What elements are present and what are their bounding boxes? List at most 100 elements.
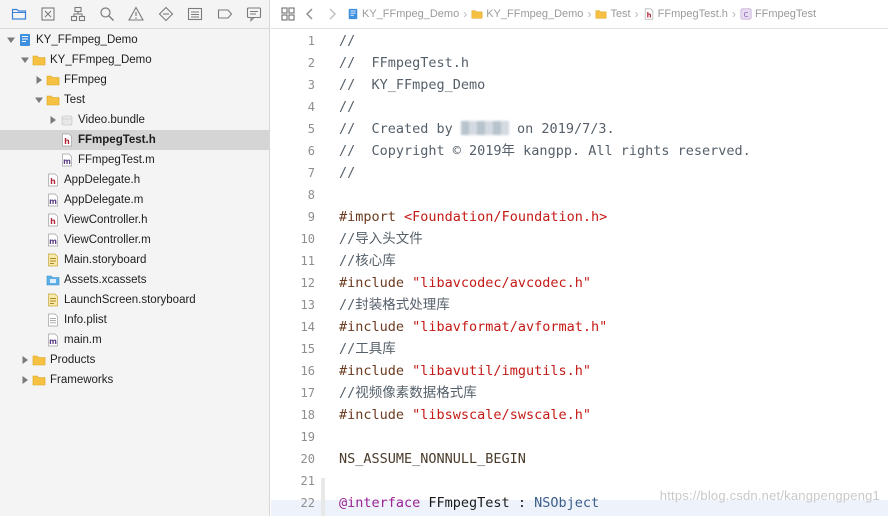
- tree-item[interactable]: h FFmpegTest.h: [0, 130, 269, 150]
- svg-text:h: h: [64, 137, 70, 146]
- disclosure-closed-icon[interactable]: [20, 375, 30, 385]
- breadcrumb-item[interactable]: Test: [595, 8, 631, 20]
- code-token: "libavcodec/avcodec.h": [412, 275, 591, 291]
- message-navigator-button[interactable]: [240, 0, 269, 28]
- hierarchy-navigator-button[interactable]: [63, 0, 92, 28]
- breadcrumb-item[interactable]: h FFmpegTest.h: [643, 8, 728, 20]
- code-area[interactable]: // // FFmpegTest.h // KY_FFmpeg_Demo // // C…: [339, 30, 888, 516]
- tree-item[interactable]: m ViewController.m: [0, 230, 269, 250]
- source-editor[interactable]: KY_FFmpeg_Demo › KY_FFmpeg_Demo › Test › h FFmp…: [271, 0, 888, 516]
- line-number: 19: [300, 430, 315, 444]
- chevron-right-icon: [329, 8, 336, 20]
- folder-icon: [471, 8, 486, 20]
- tree-item[interactable]: LaunchScreen.storyboard: [0, 290, 269, 310]
- svg-text:m: m: [49, 197, 57, 206]
- forward-button[interactable]: [321, 4, 343, 24]
- tree-item[interactable]: Video.bundle: [0, 110, 269, 130]
- tree-item[interactable]: Test: [0, 90, 269, 110]
- tree-item[interactable]: m main.m: [0, 330, 269, 350]
- code-line[interactable]: #include "libswscale/swscale.h": [339, 404, 888, 426]
- tree-item[interactable]: Info.plist: [0, 310, 269, 330]
- disclosure-open-icon[interactable]: [20, 55, 30, 65]
- code-line[interactable]: // Copyright © 2019年 kangpp. All rights …: [339, 140, 888, 162]
- disclosure-open-icon[interactable]: [34, 95, 44, 105]
- chevron-left-icon: [306, 8, 313, 20]
- code-token: //封装格式处理库: [339, 297, 450, 313]
- code-line[interactable]: // KY_FFmpeg_Demo: [339, 74, 888, 96]
- list-navigator-button[interactable]: [181, 0, 210, 28]
- code-line[interactable]: #include "libavutil/imgutils.h": [339, 360, 888, 382]
- header-file-icon: h: [46, 173, 60, 187]
- code-line[interactable]: // Created by on 2019/7/3.: [339, 118, 888, 140]
- line-number: 22: [300, 496, 315, 510]
- tree-item[interactable]: h AppDelegate.h: [0, 170, 269, 190]
- breadcrumb-item[interactable]: KY_FFmpeg_Demo: [471, 8, 583, 20]
- code-line[interactable]: //: [339, 96, 888, 118]
- tree-item[interactable]: h ViewController.h: [0, 210, 269, 230]
- line-number: 18: [300, 408, 315, 422]
- svg-text:h: h: [50, 177, 56, 186]
- folder-icon: [46, 73, 60, 87]
- svg-text:m: m: [49, 237, 57, 246]
- message-icon: [247, 7, 262, 22]
- header-file-icon: h: [46, 213, 60, 227]
- tree-item[interactable]: KY_FFmpeg_Demo: [0, 30, 269, 50]
- x-square-navigator-button[interactable]: [33, 0, 62, 28]
- code-token: // FFmpegTest.h: [339, 55, 470, 71]
- code-line[interactable]: //: [339, 162, 888, 184]
- project-icon: [18, 33, 32, 47]
- tree-item[interactable]: Assets.xcassets: [0, 270, 269, 290]
- tree-item-label: Products: [50, 354, 96, 366]
- diamond-navigator-button[interactable]: [151, 0, 180, 28]
- code-line[interactable]: //导入头文件: [339, 228, 888, 250]
- line-number: 3: [307, 78, 315, 92]
- disclosure-closed-icon[interactable]: [48, 115, 58, 125]
- line-number: 21: [300, 474, 315, 488]
- tree-item-label: main.m: [64, 334, 102, 346]
- svg-text:h: h: [646, 11, 651, 19]
- code-line[interactable]: //核心库: [339, 250, 888, 272]
- tag-navigator-button[interactable]: [210, 0, 239, 28]
- code-line[interactable]: [339, 184, 888, 206]
- back-button[interactable]: [299, 4, 321, 24]
- code-token: //核心库: [339, 253, 396, 269]
- related-items-button[interactable]: [277, 4, 299, 24]
- tree-item[interactable]: Products: [0, 350, 269, 370]
- folder-icon: [595, 8, 610, 20]
- code-line[interactable]: //工具库: [339, 338, 888, 360]
- breadcrumb-separator: ›: [634, 7, 639, 21]
- code-line[interactable]: #include "libavformat/avformat.h": [339, 316, 888, 338]
- disclosure-closed-icon[interactable]: [20, 355, 30, 365]
- line-number: 12: [300, 276, 315, 290]
- code-line[interactable]: #import <Foundation/Foundation.h>: [339, 206, 888, 228]
- code-line[interactable]: [339, 426, 888, 448]
- disclosure-closed-icon[interactable]: [34, 75, 44, 85]
- code-line[interactable]: NS_ASSUME_NONNULL_BEGIN: [339, 448, 888, 470]
- folder-navigator-button[interactable]: [4, 0, 33, 28]
- search-navigator-button[interactable]: [92, 0, 121, 28]
- code-line[interactable]: // FFmpegTest.h: [339, 52, 888, 74]
- breadcrumb-label: FFmpegTest.h: [657, 8, 728, 20]
- code-line[interactable]: //: [339, 30, 888, 52]
- tree-item[interactable]: KY_FFmpeg_Demo: [0, 50, 269, 70]
- warning-icon: [128, 6, 145, 21]
- tree-item[interactable]: m AppDelegate.m: [0, 190, 269, 210]
- code-line[interactable]: //视频像素数据格式库: [339, 382, 888, 404]
- breadcrumb-separator: ›: [463, 7, 468, 21]
- code-token: //: [339, 99, 356, 115]
- project-icon: [347, 8, 362, 20]
- breadcrumb-item[interactable]: C FFmpegTest: [740, 8, 816, 20]
- tree-item[interactable]: Main.storyboard: [0, 250, 269, 270]
- code-token: "libavformat/avformat.h": [412, 319, 608, 335]
- tree-item[interactable]: Frameworks: [0, 370, 269, 390]
- tree-item[interactable]: FFmpeg: [0, 70, 269, 90]
- warning-navigator-button[interactable]: [122, 0, 151, 28]
- code-line[interactable]: //封装格式处理库: [339, 294, 888, 316]
- tree-item[interactable]: m FFmpegTest.m: [0, 150, 269, 170]
- breadcrumb-item[interactable]: KY_FFmpeg_Demo: [347, 8, 459, 20]
- code-line[interactable]: #include "libavcodec/avcodec.h": [339, 272, 888, 294]
- disclosure-open-icon[interactable]: [6, 35, 16, 45]
- code-token: // Created by: [339, 121, 461, 137]
- watermark: https://blog.csdn.net/kangpengpeng1: [659, 488, 880, 503]
- breadcrumb-separator: ›: [587, 7, 592, 21]
